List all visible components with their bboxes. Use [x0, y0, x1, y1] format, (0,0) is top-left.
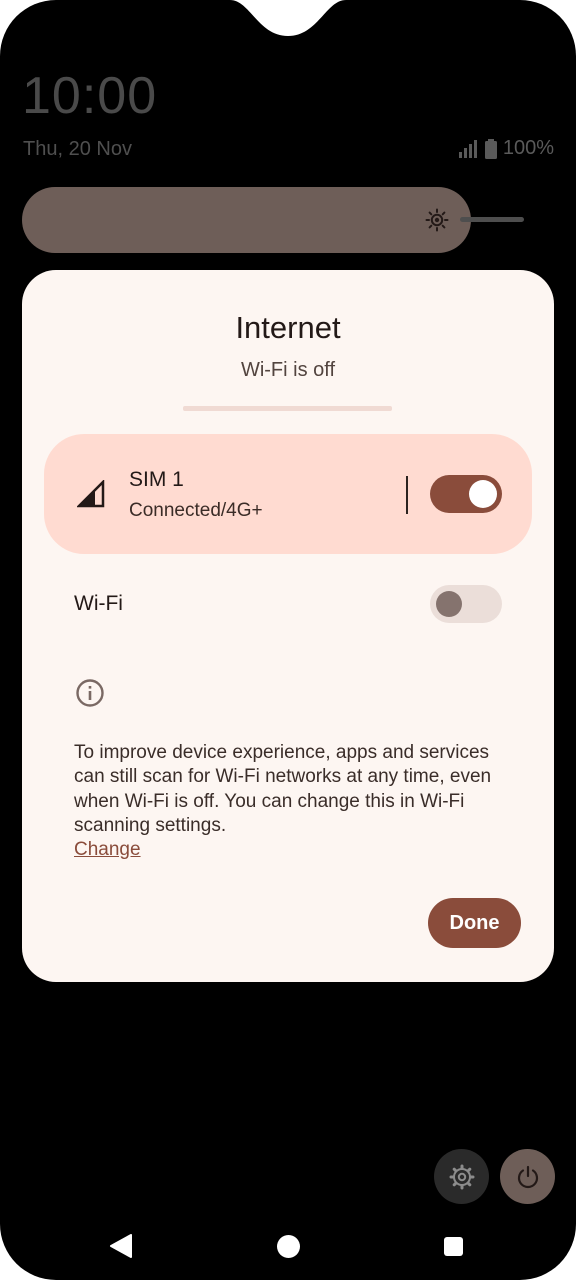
sim-network-item[interactable]: SIM 1 Connected/4G+: [44, 434, 532, 554]
power-icon: [517, 1165, 538, 1188]
lockscreen-date: Thu, 20 Nov: [23, 138, 132, 160]
brightness-slider[interactable]: [22, 187, 471, 253]
brightness-icon: [425, 208, 449, 232]
brightness-track: [460, 217, 524, 222]
wifi-label: Wi-Fi: [74, 592, 123, 615]
battery-percent: 100%: [502, 137, 554, 159]
sim-name: SIM 1: [129, 468, 184, 491]
info-text: To improve device experience, apps and s…: [74, 742, 492, 836]
done-button[interactable]: Done: [428, 898, 521, 948]
toggle-knob: [469, 480, 497, 508]
back-button[interactable]: [109, 1234, 133, 1258]
settings-button[interactable]: [434, 1149, 489, 1204]
wifi-scanning-info: To improve device experience, apps and s…: [74, 741, 494, 862]
phone-screen: 10:00 Thu, 20 Nov 100% Internet Wi-Fi is…: [0, 0, 576, 1280]
internet-dialog: Internet Wi-Fi is off SIM 1 Connected/4G…: [22, 270, 554, 982]
battery-icon: [484, 138, 497, 159]
gear-icon: [449, 1164, 474, 1189]
sim-status: Connected/4G+: [129, 500, 263, 521]
mobile-data-toggle[interactable]: [430, 475, 502, 513]
home-button[interactable]: [277, 1235, 300, 1258]
toggle-knob: [436, 591, 462, 617]
lockscreen-clock: 10:00: [22, 67, 158, 125]
info-icon: [76, 679, 104, 707]
wifi-toggle[interactable]: [430, 585, 502, 623]
dialog-title: Internet: [235, 310, 341, 345]
cellular-signal-icon: [77, 480, 105, 508]
change-link[interactable]: Change: [74, 838, 494, 862]
status-indicators: 100%: [458, 137, 554, 160]
dialog-divider: [183, 406, 392, 411]
recents-button[interactable]: [444, 1237, 463, 1256]
signal-icon: [458, 139, 477, 158]
power-button[interactable]: [500, 1149, 555, 1204]
dialog-subtitle: Wi-Fi is off: [240, 359, 336, 381]
camera-notch: [0, 0, 576, 36]
sim-separator: [406, 476, 408, 514]
